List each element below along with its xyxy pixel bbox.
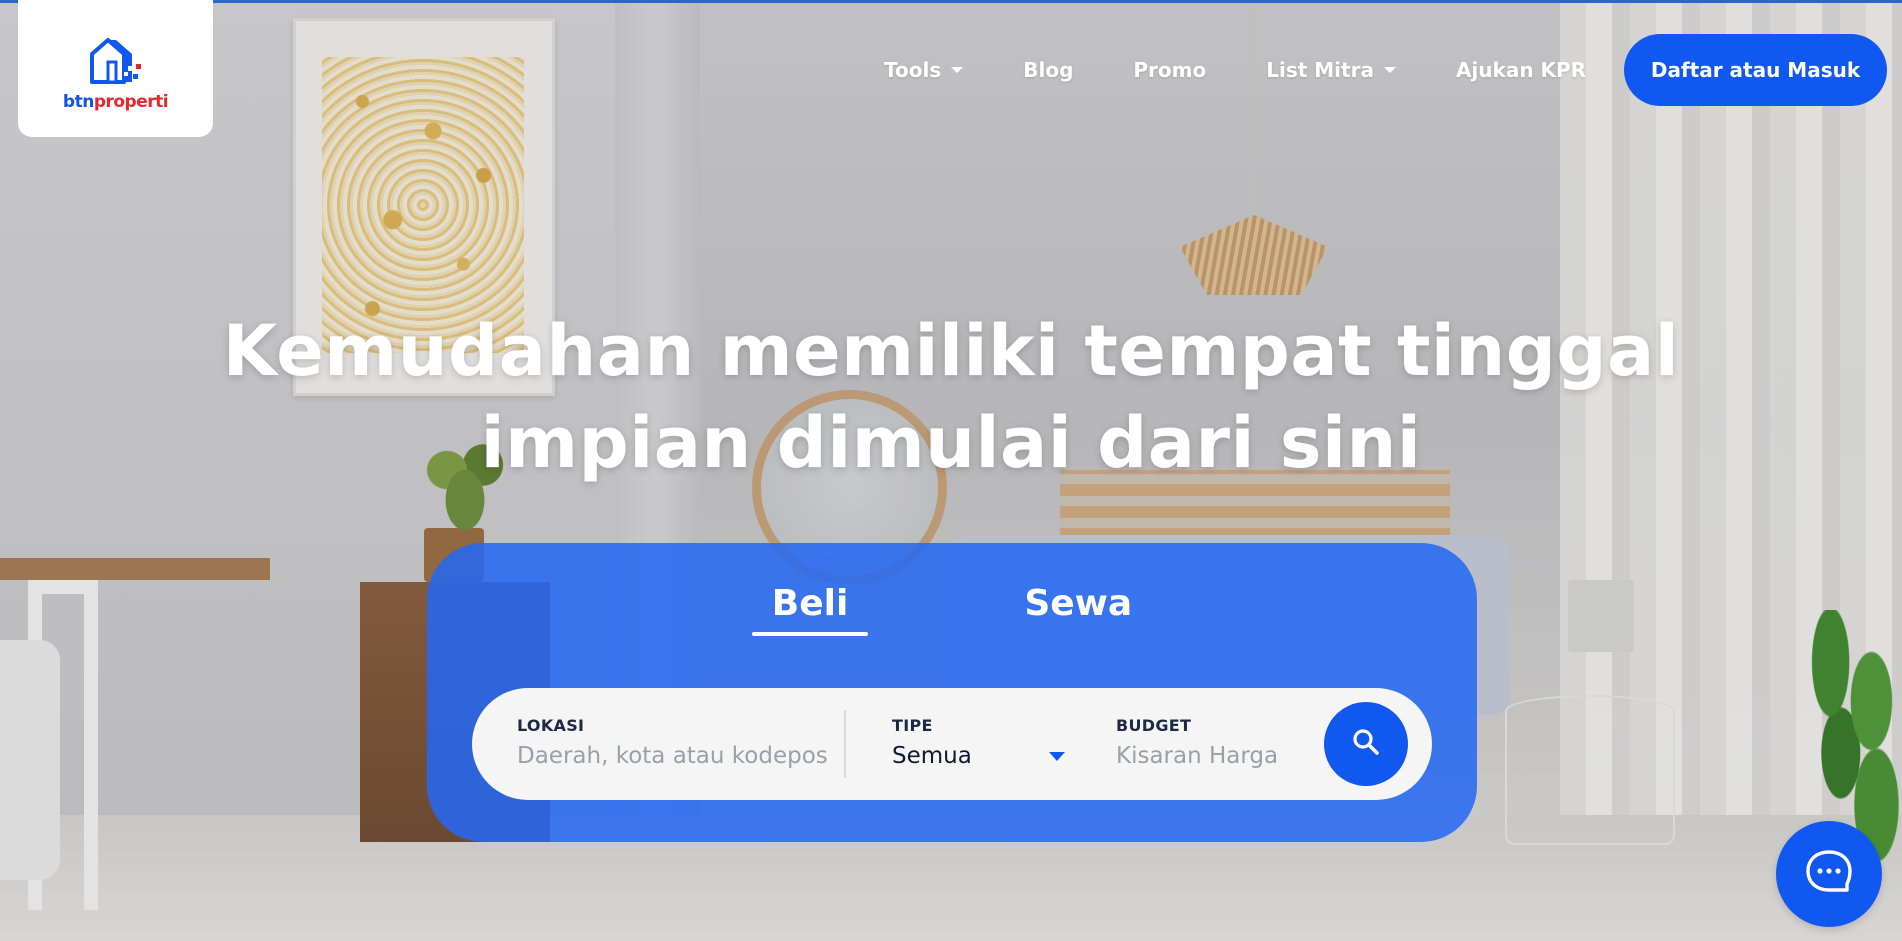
tab-sewa[interactable]: Sewa (1004, 583, 1152, 634)
hero-title-line2: impian dimulai dari sini (480, 402, 1422, 484)
nav-list-mitra[interactable]: List Mitra (1266, 58, 1396, 82)
logo-text-properti: properti (93, 91, 169, 112)
login-register-button[interactable]: Daftar atau Masuk (1624, 34, 1887, 106)
tab-beli[interactable]: Beli (751, 583, 869, 636)
nav-tools[interactable]: Tools (884, 58, 964, 82)
logo[interactable]: btnproperti (18, 0, 213, 137)
top-accent-line (0, 0, 1902, 3)
nav-blog[interactable]: Blog (1023, 58, 1073, 82)
logo-text-btn: btn (62, 91, 94, 112)
logo-wordmark: btnproperti (62, 91, 169, 112)
nav-promo-label: Promo (1133, 58, 1207, 82)
main-nav: Tools Blog Promo List Mitra Ajukan KPR (884, 45, 1646, 95)
budget-field[interactable]: BUDGET Kisaran Harga (1116, 716, 1306, 769)
tipe-label: TIPE (892, 716, 933, 735)
chat-button[interactable] (1776, 821, 1882, 927)
search-tabs: Beli Sewa (427, 583, 1477, 636)
tipe-value-row: Semua (892, 743, 1067, 769)
nav-ajukan-kpr-label: Ajukan KPR (1455, 58, 1587, 82)
house-logo-icon (86, 36, 146, 86)
field-divider (844, 710, 846, 778)
nav-ajukan-kpr[interactable]: Ajukan KPR (1456, 58, 1586, 82)
caret-down-icon[interactable] (1049, 751, 1065, 761)
budget-label: BUDGET (1116, 716, 1192, 735)
lokasi-field[interactable]: LOKASI Daerah, kota atau kodepos (517, 716, 857, 769)
nav-list-mitra-label: List Mitra (1266, 58, 1374, 82)
hero-title-line1: Kemudahan memiliki tempat tinggal (222, 310, 1680, 392)
nav-promo[interactable]: Promo (1133, 58, 1206, 82)
budget-input[interactable]: Kisaran Harga (1116, 743, 1306, 769)
search-button[interactable] (1324, 702, 1408, 786)
search-icon (1351, 727, 1381, 762)
tipe-select[interactable]: TIPE Semua (892, 716, 1067, 769)
page: btnproperti Tools Blog Promo List Mitra … (0, 0, 1902, 941)
hero-title: Kemudahan memiliki tempat tinggal impian… (0, 305, 1902, 489)
search-bar: LOKASI Daerah, kota atau kodepos TIPE Se… (472, 688, 1432, 800)
nav-blog-label: Blog (1023, 58, 1074, 82)
nav-tools-label: Tools (884, 58, 942, 82)
caret-down-icon (1383, 67, 1396, 73)
search-panel: Beli Sewa LOKASI Daerah, kota atau kodep… (427, 543, 1477, 842)
caret-down-icon (951, 67, 964, 73)
tipe-value: Semua (892, 743, 972, 769)
lokasi-label: LOKASI (517, 716, 585, 735)
lokasi-input[interactable]: Daerah, kota atau kodepos (517, 743, 857, 769)
chat-bubble-icon (1803, 847, 1855, 902)
